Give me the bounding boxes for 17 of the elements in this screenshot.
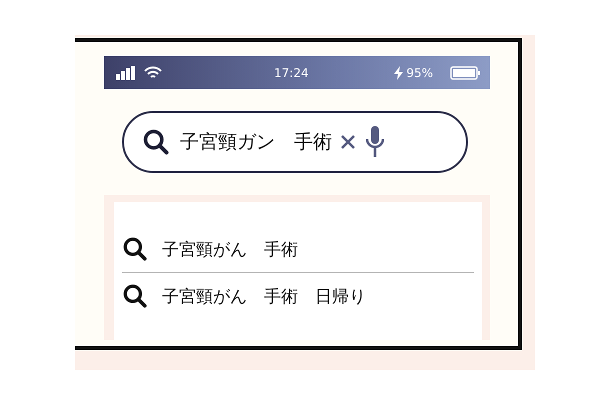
suggestion-item[interactable]: 子宮頸がん 手術 日帰り [122,273,474,319]
status-time: 17:24 [274,66,309,80]
signal-icon [116,66,136,80]
search-icon [142,128,170,156]
search-text: 子宮頸ガン 手術 [180,130,332,155]
search-icon [122,236,148,262]
search-icon [122,283,148,309]
microphone-icon[interactable] [366,126,384,158]
bolt-icon [394,66,404,80]
clear-icon[interactable] [340,134,356,150]
battery-percent: 95% [406,66,433,80]
suggestion-text: 子宮頸がん 手術 日帰り [162,286,366,308]
suggestion-text: 子宮頸がん 手術 [162,238,298,260]
wifi-icon [144,66,162,80]
search-field[interactable]: 子宮頸ガン 手術 [122,111,468,173]
suggestion-item[interactable]: 子宮頸がん 手術 [122,226,474,273]
battery-icon [450,66,480,80]
